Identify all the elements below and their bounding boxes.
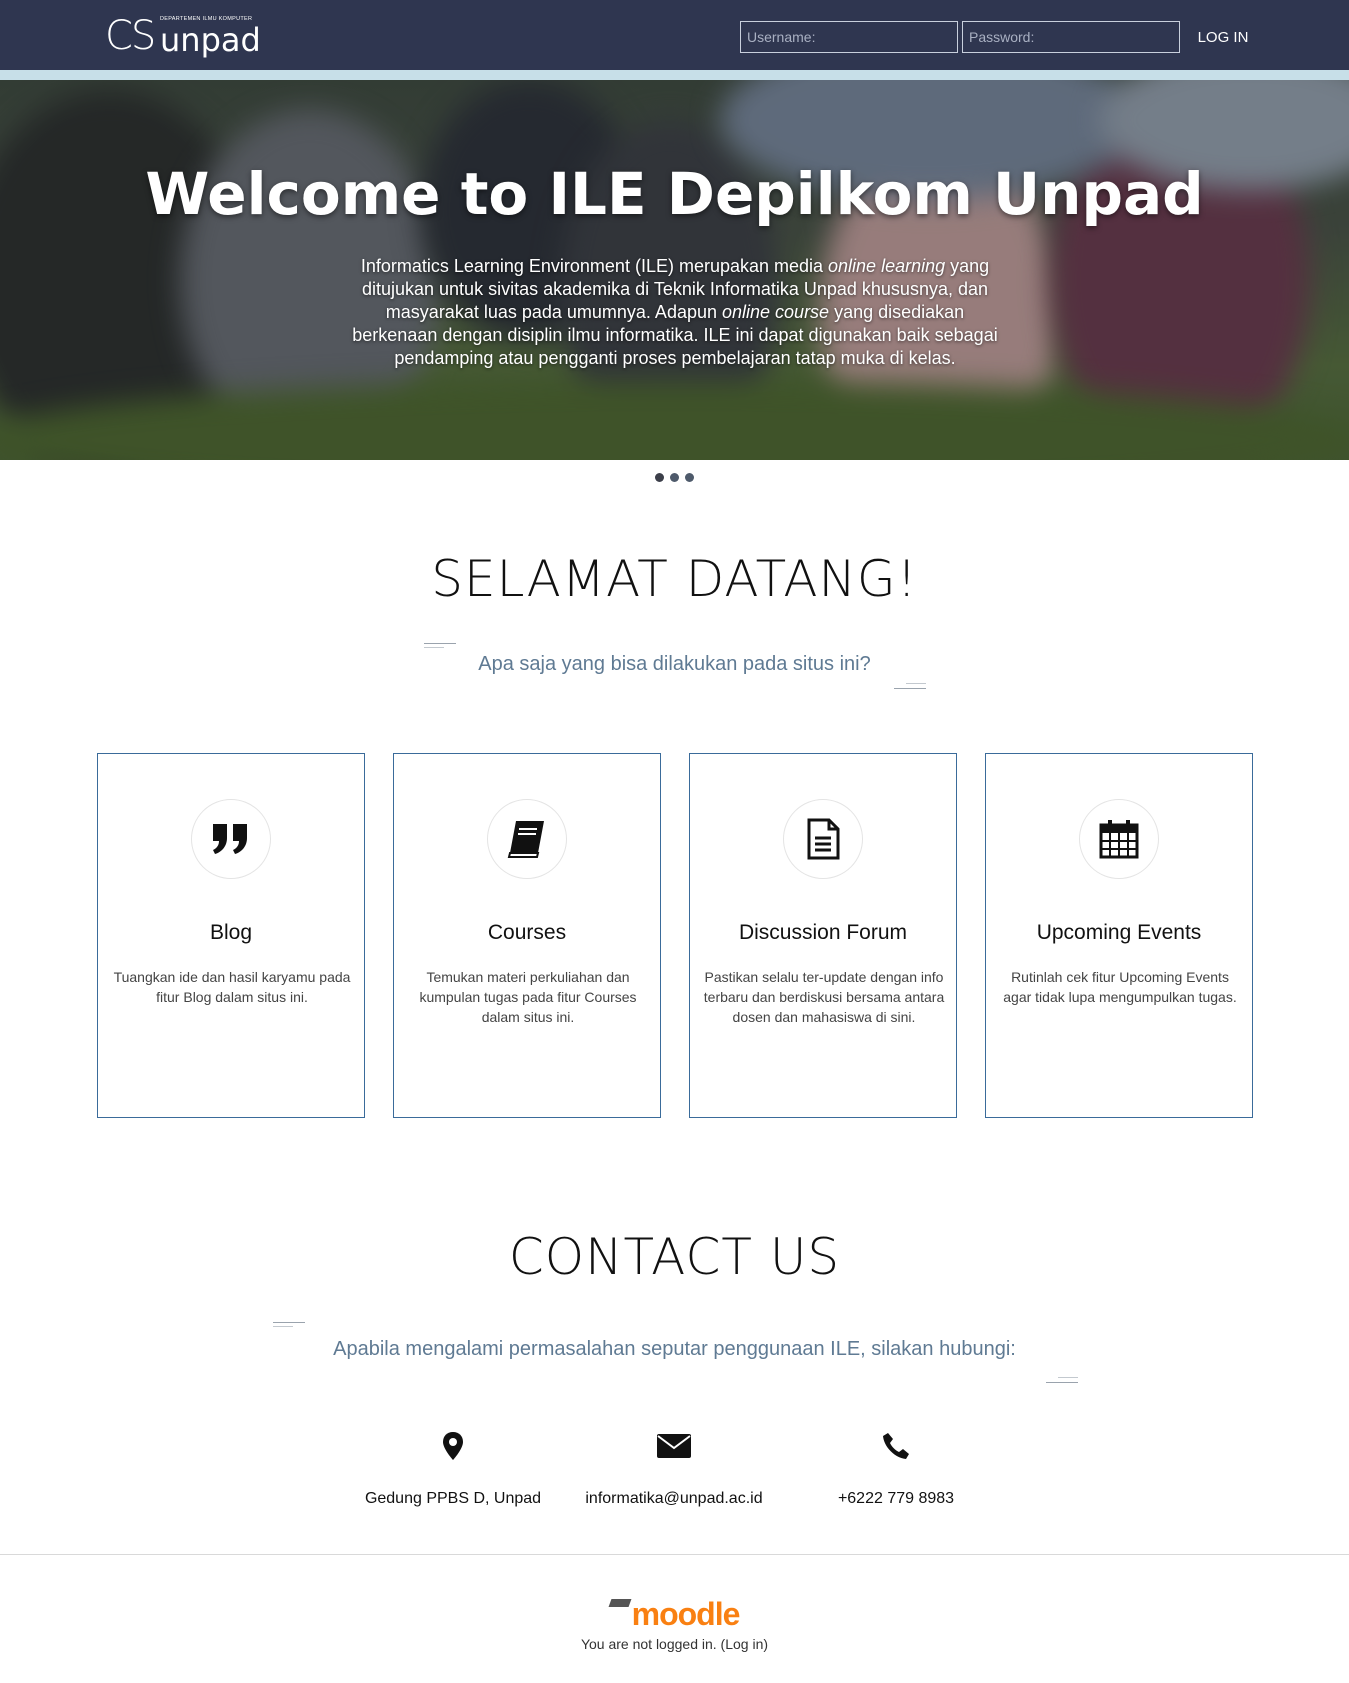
envelope-icon: [564, 1430, 784, 1462]
divider-line: [1046, 1382, 1078, 1383]
welcome-subtitle: Apa saja yang bisa dilakukan pada situs …: [478, 653, 871, 675]
username-input[interactable]: [740, 21, 958, 53]
feature-description: Pastikan selalu ter-update dengan info t…: [703, 969, 945, 1025]
login-button[interactable]: LOG IN: [1188, 21, 1258, 53]
divider-line: [424, 647, 444, 648]
feature-card-discussion-forum[interactable]: Discussion Forum Pastikan selalu ter-upd…: [689, 753, 957, 1118]
contact-phone: +6222 779 8983: [786, 1430, 1006, 1508]
header-accent-strip: [0, 70, 1349, 80]
feature-title: Courses: [487, 921, 567, 944]
feature-title: Upcoming Events: [1036, 921, 1202, 944]
moodle-logo[interactable]: moodle: [0, 1596, 1349, 1633]
hero-description: Informatics Learning Environment (ILE) m…: [352, 256, 998, 368]
feature-card-upcoming-events[interactable]: Upcoming Events Rutinlah cek fitur Upcom…: [985, 753, 1253, 1118]
divider-line: [1058, 1377, 1078, 1378]
divider-line: [894, 688, 926, 689]
footer-login-link[interactable]: Log in: [725, 1636, 763, 1652]
password-input[interactable]: [962, 21, 1180, 53]
feature-title: Discussion Forum: [738, 921, 908, 944]
slider-dots: [0, 469, 1349, 487]
hero-title: Welcome to ILE Depilkom Unpad: [145, 160, 1204, 228]
contact-title: CONTACT US: [508, 1228, 841, 1286]
book-icon: [487, 799, 567, 879]
top-navbar: CS DEPARTEMEN ILMU KOMPUTER unpad LOG IN: [0, 0, 1349, 70]
feature-description: Rutinlah cek fitur Upcoming Events agar …: [1003, 969, 1237, 1005]
map-marker-icon: [343, 1430, 563, 1462]
hero-slider: Welcome to ILE Depilkom Unpad Informatic…: [0, 80, 1349, 460]
feature-card-courses[interactable]: Courses Temukan materi perkuliahan dan k…: [393, 753, 661, 1118]
site-logo[interactable]: CS DEPARTEMEN ILMU KOMPUTER unpad: [105, 12, 261, 60]
email-text[interactable]: informatika@unpad.ac.id: [564, 1490, 784, 1508]
calendar-icon: [1079, 799, 1159, 879]
feature-title: Blog: [209, 921, 253, 944]
logo-cs-text: CS: [105, 13, 156, 59]
login-status: You are not logged in. (Log in): [580, 1636, 769, 1652]
feature-description: Tuangkan ide dan hasil karyamu pada fitu…: [113, 969, 351, 1005]
divider-line: [424, 643, 456, 644]
slider-dot-2[interactable]: [670, 473, 679, 482]
logo-unpad-text: unpad: [160, 21, 261, 59]
divider-line: [273, 1326, 293, 1327]
feature-description: Temukan materi perkuliahan dan kumpulan …: [419, 969, 637, 1025]
address-text: Gedung PPBS D, Unpad: [364, 1490, 542, 1507]
phone-icon: [786, 1430, 1006, 1462]
feature-card-blog[interactable]: Blog Tuangkan ide dan hasil karyamu pada…: [97, 753, 365, 1118]
document-icon: [783, 799, 863, 879]
phone-text: +6222 779 8983: [837, 1490, 955, 1507]
contact-address: Gedung PPBS D, Unpad: [343, 1430, 563, 1508]
welcome-title: SELAMAT DATANG!: [431, 550, 918, 608]
quote-icon: [191, 799, 271, 879]
slider-dot-3[interactable]: [685, 473, 694, 482]
divider-line: [906, 683, 926, 684]
mortarboard-icon: [608, 1599, 632, 1607]
footer-divider: [0, 1554, 1349, 1555]
contact-subtitle: Apabila mengalami permasalahan seputar p…: [333, 1338, 1016, 1360]
contact-email[interactable]: informatika@unpad.ac.id: [564, 1430, 784, 1508]
divider-line: [273, 1322, 305, 1323]
slider-dot-1[interactable]: [655, 473, 664, 482]
